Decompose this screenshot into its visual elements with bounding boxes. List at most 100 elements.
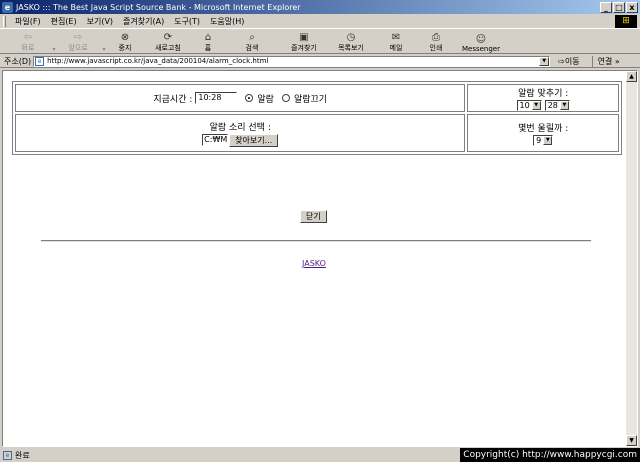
menu-favorites[interactable]: 즐겨찾기(A) (118, 16, 169, 27)
scroll-down-icon[interactable]: ▼ (626, 435, 637, 446)
go-label: 이동 (564, 56, 580, 66)
chevron-down-icon: ▼ (543, 135, 553, 145)
menu-grip (3, 15, 6, 27)
refresh-button[interactable]: ⟳ 새로고침 (142, 29, 194, 53)
mail-icon: ✉ (391, 32, 401, 43)
menu-tools[interactable]: 도구(T) (169, 16, 205, 27)
minute-value: 28 (547, 100, 558, 110)
repeat-select[interactable]: 9 ▼ (533, 134, 554, 146)
home-icon: ⌂ (204, 32, 212, 43)
vertical-scrollbar[interactable]: ▲ ▼ (626, 71, 637, 446)
forward-label: 앞으로 (68, 44, 88, 52)
hour-select[interactable]: 10 ▼ (516, 99, 542, 111)
back-dropdown[interactable]: ▾ (48, 29, 58, 53)
forward-arrow-icon: ⇨ (73, 32, 83, 43)
toolbar: ⇦ 뒤로 ▾ ⇨ 앞으로 ▾ ⊗ 중지 ⟳ 새로고침 ⌂ 홈 ⌕ 검색 ▣ 즐겨… (0, 30, 640, 54)
menu-bar: 파일(F) 편집(E) 보기(V) 즐겨찾기(A) 도구(T) 도움말(H) ⊞ (0, 14, 640, 29)
back-arrow-icon: ⇦ (23, 32, 33, 43)
page-icon: e (35, 56, 45, 66)
messenger-button[interactable]: ☺ Messenger (456, 29, 506, 53)
window-title: JASKO ::: The Best Java Script Source Ba… (16, 2, 301, 12)
go-button[interactable]: ⇨이동 (558, 56, 579, 67)
stop-label: 중지 (118, 44, 132, 52)
close-page-button[interactable]: 닫기 (300, 210, 327, 223)
print-label: 인쇄 (429, 44, 443, 52)
current-time-cell: 지금시간 : 10:28 알람 알람끄기 (15, 84, 466, 112)
address-bar: 주소(D) e http://www.javascript.co.kr/java… (0, 55, 640, 68)
back-label: 뒤로 (21, 44, 35, 52)
forward-dropdown[interactable]: ▾ (98, 29, 108, 53)
jasko-link[interactable]: JASKO (302, 259, 326, 268)
close-window-button[interactable]: x (626, 1, 638, 13)
alarm-set-cell: 알람 맞추기 : 10 ▼ 28 ▼ (467, 84, 619, 112)
messenger-icon: ☺ (475, 34, 487, 45)
repeat-cell: 몇번 울릴까 : 9 ▼ (467, 114, 619, 152)
current-time-input[interactable]: 10:28 (195, 92, 238, 104)
current-time-label: 지금시간 : (153, 94, 193, 105)
favorites-icon: ▣ (299, 32, 309, 43)
refresh-label: 새로고침 (155, 44, 181, 52)
alarm-on-radio[interactable] (245, 94, 254, 102)
repeat-value: 9 (536, 135, 542, 145)
ie-icon: e (2, 1, 13, 13)
chevron-down-icon: ▼ (559, 100, 569, 110)
links-button[interactable]: 연결 » (591, 55, 620, 67)
home-button[interactable]: ⌂ 홈 (194, 29, 222, 53)
menu-view[interactable]: 보기(V) (82, 16, 118, 27)
print-icon: ⎙ (432, 32, 440, 43)
browse-button[interactable]: 찾아보기... (229, 133, 279, 147)
repeat-label: 몇번 울릴까 : (518, 123, 569, 134)
title-bar: e JASKO ::: The Best Java Script Source … (0, 0, 640, 14)
menu-edit[interactable]: 편집(E) (46, 16, 82, 27)
alarm-off-radio[interactable] (281, 94, 290, 102)
page-content: 지금시간 : 10:28 알람 알람끄기 알람 맞추기 : 10 ▼ 28 ▼ … (3, 71, 627, 446)
print-button[interactable]: ⎙ 인쇄 (416, 29, 456, 53)
favorites-label: 즐겨찾기 (291, 44, 317, 52)
history-icon: ◷ (346, 32, 356, 43)
search-label: 검색 (245, 44, 259, 52)
address-dropdown[interactable]: ▼ (539, 56, 550, 66)
messenger-label: Messenger (461, 45, 500, 53)
menu-help[interactable]: 도움말(H) (205, 16, 249, 27)
alarm-table: 지금시간 : 10:28 알람 알람끄기 알람 맞추기 : 10 ▼ 28 ▼ … (12, 81, 622, 155)
hour-value: 10 (519, 100, 530, 110)
search-button[interactable]: ⌕ 검색 (222, 29, 282, 53)
page-icon: e (3, 450, 12, 460)
go-arrow-icon: ⇨ (558, 56, 565, 66)
alarm-sound-cell: 알람 소리 선택 : C:₩M 찾아보기... (15, 114, 466, 152)
address-label: 주소(D) (4, 56, 32, 66)
stop-icon: ⊗ (120, 32, 130, 43)
alarm-set-label: 알람 맞추기 : (518, 88, 569, 99)
history-label: 목록보기 (338, 44, 364, 52)
chevron-down-icon: ▾ (102, 46, 106, 53)
search-icon: ⌕ (249, 32, 255, 43)
maximize-button[interactable]: □ (613, 1, 625, 13)
copyright-banner: Copyright(c) http://www.happycgi.com (460, 448, 640, 462)
page-viewport: 지금시간 : 10:28 알람 알람끄기 알람 맞추기 : 10 ▼ 28 ▼ … (2, 70, 638, 447)
address-input[interactable]: e http://www.javascript.co.kr/java_data/… (33, 55, 551, 67)
menu-file[interactable]: 파일(F) (10, 16, 46, 27)
alarm-on-label: 알람 (257, 94, 274, 105)
minute-select[interactable]: 28 ▼ (544, 99, 570, 111)
divider (41, 240, 591, 242)
alarm-sound-label: 알람 소리 선택 : (209, 122, 271, 133)
history-button[interactable]: ◷ 목록보기 (326, 29, 376, 53)
refresh-icon: ⟳ (163, 32, 173, 43)
stop-button[interactable]: ⊗ 중지 (108, 29, 142, 53)
windows-logo-icon: ⊞ (615, 15, 637, 28)
status-text: 완료 (15, 450, 30, 460)
scroll-up-icon[interactable]: ▲ (626, 71, 637, 82)
mail-button[interactable]: ✉ 메일 (376, 29, 416, 53)
mail-label: 메일 (389, 44, 403, 52)
alarm-off-label: 알람끄기 (293, 94, 328, 105)
minimize-button[interactable]: _ (600, 1, 612, 13)
forward-button[interactable]: ⇨ 앞으로 (58, 29, 98, 53)
home-label: 홈 (204, 44, 212, 52)
chevron-down-icon: ▼ (531, 100, 541, 110)
back-button[interactable]: ⇦ 뒤로 (8, 29, 48, 53)
address-url[interactable]: http://www.javascript.co.kr/java_data/20… (47, 57, 539, 65)
favorites-button[interactable]: ▣ 즐겨찾기 (282, 29, 326, 53)
status-bar: e 완료 Copyright(c) http://www.happycgi.co… (0, 448, 640, 462)
sound-file-input[interactable]: C:₩M (202, 134, 229, 146)
chevron-down-icon: ▾ (52, 46, 56, 53)
